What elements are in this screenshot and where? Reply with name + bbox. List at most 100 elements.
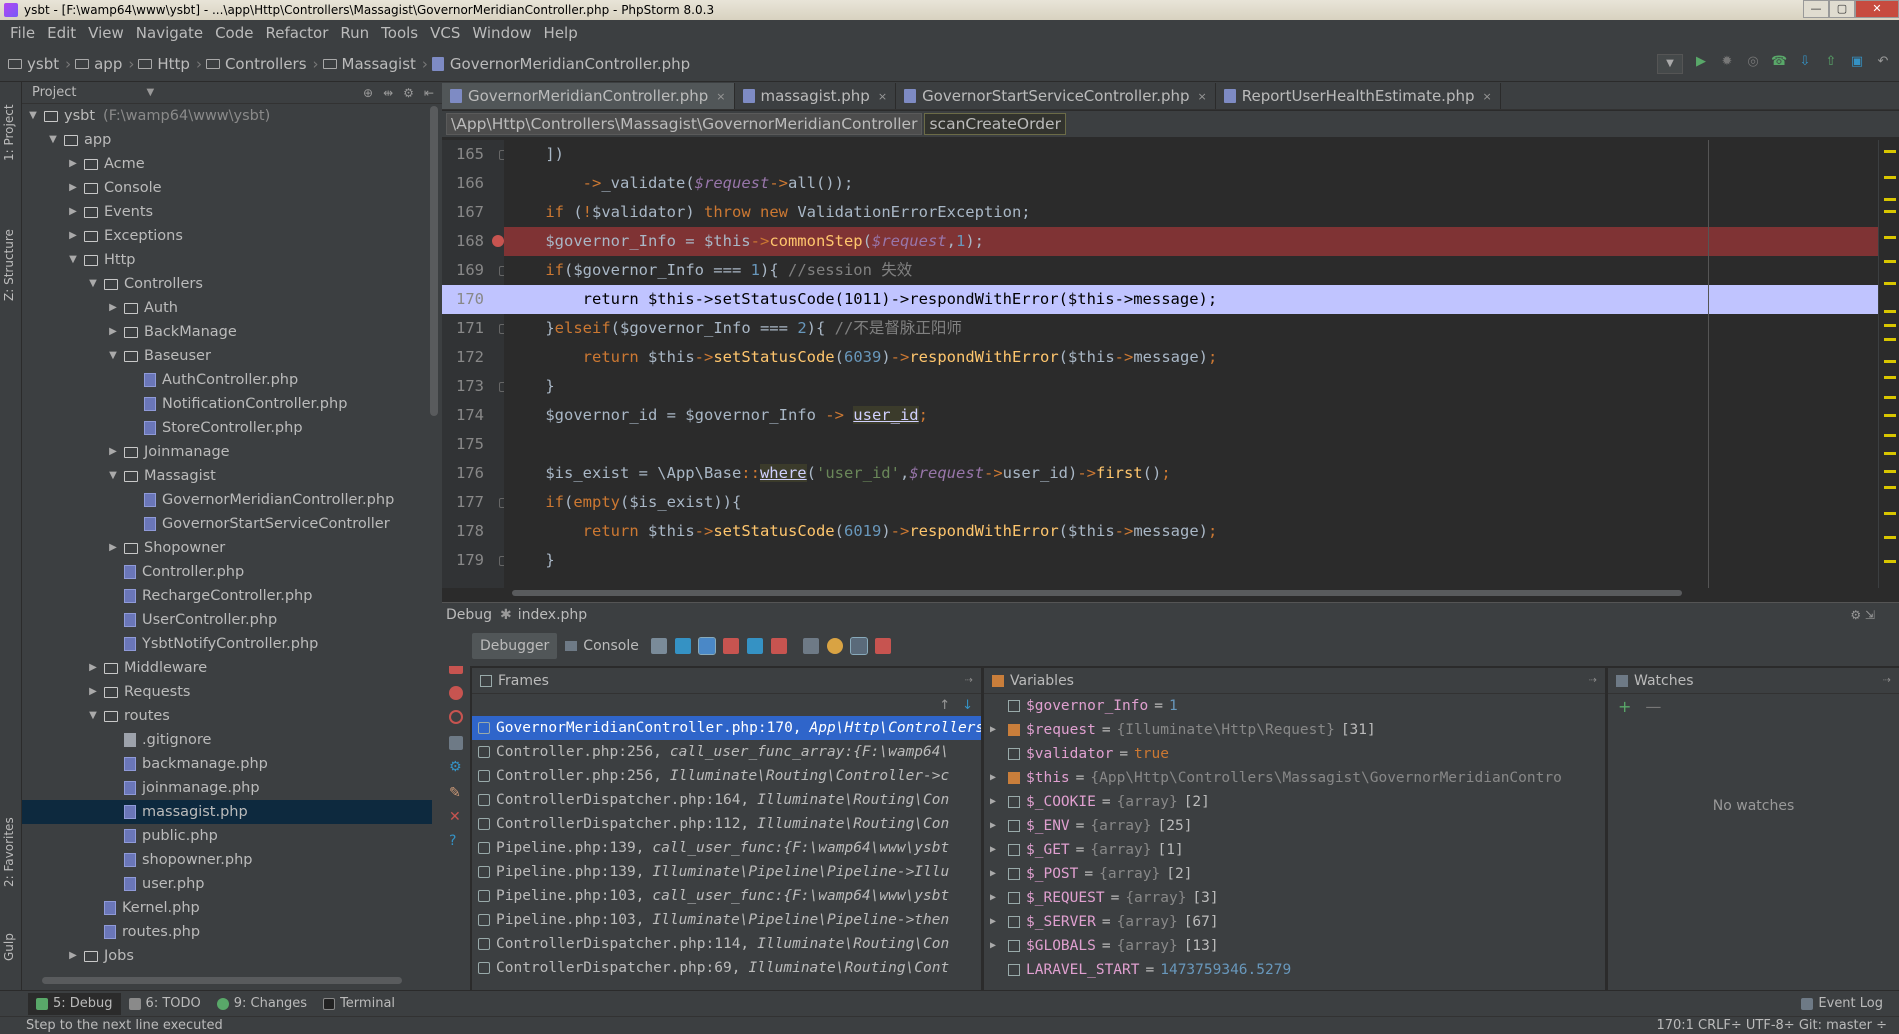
expand-arrow-icon[interactable]: ▶ (990, 718, 1004, 742)
frame-row[interactable]: Pipeline.php:139, call_user_func:{F:\wamp… (472, 836, 981, 860)
line-number[interactable]: 169 (442, 256, 509, 285)
variable-row[interactable]: ▶ $GLOBALS = {array} [13] (984, 934, 1605, 958)
menu-view[interactable]: View (82, 24, 130, 42)
nav-crumb-massagist[interactable]: Massagist › (322, 55, 428, 73)
nav-crumb-file[interactable]: GovernorMeridianController.php (431, 55, 690, 73)
tree-item[interactable]: RechargeController.php (22, 584, 432, 608)
pin-icon[interactable]: ⇢ (1883, 675, 1891, 686)
code-line[interactable]: $is_exist = \App\Base::where('user_id',$… (504, 459, 1878, 488)
project-hscrollbar[interactable] (42, 977, 402, 984)
tree-item[interactable]: ▶ Acme (22, 152, 432, 176)
editor-tab[interactable]: ReportUserHealthEstimate.php × (1216, 83, 1501, 109)
settings-icon[interactable]: ⚙ (449, 760, 463, 774)
collapsed-arrow-icon[interactable]: ▶ (106, 296, 120, 320)
tree-item[interactable]: massagist.php (22, 800, 432, 824)
error-stripe[interactable] (1878, 140, 1899, 588)
collapsed-arrow-icon[interactable]: ▶ (106, 440, 120, 464)
warning-mark[interactable] (1884, 396, 1896, 399)
nav-crumb-ysbt[interactable]: ysbt › (8, 55, 71, 73)
menu-file[interactable]: File (4, 24, 41, 42)
code-line[interactable]: if($governor_Info === 1){ //session 失效 (504, 256, 1878, 285)
mute-breakpoints-icon[interactable] (449, 710, 463, 724)
warning-mark[interactable] (1884, 324, 1896, 327)
pin-icon[interactable]: ⇢ (1589, 675, 1597, 686)
warning-mark[interactable] (1884, 176, 1896, 179)
debug-config-tab[interactable]: index.php (518, 607, 587, 623)
tree-item[interactable]: ▼ Controllers (22, 272, 432, 296)
tree-item[interactable]: ▶ Events (22, 200, 432, 224)
frame-row[interactable]: ControllerDispatcher.php:164, Illuminate\… (472, 788, 981, 812)
tree-item[interactable]: backmanage.php (22, 752, 432, 776)
tree-item[interactable]: NotificationController.php (22, 392, 432, 416)
code-line[interactable] (504, 430, 1878, 459)
tool-terminal[interactable]: Terminal (315, 993, 403, 1015)
chevron-down-icon[interactable]: ▼ (146, 87, 154, 98)
editor-tab[interactable]: GovernorMeridianController.php × (442, 83, 735, 109)
warning-mark[interactable] (1884, 310, 1896, 313)
collapsed-arrow-icon[interactable]: ▶ (66, 200, 80, 224)
vcs-update-icon[interactable]: ⇩ (1797, 54, 1813, 70)
expanded-arrow-icon[interactable]: ▼ (46, 128, 60, 152)
tree-item[interactable]: ▶ BackManage (22, 320, 432, 344)
warning-mark[interactable] (1884, 414, 1896, 417)
line-number[interactable]: 174 (442, 401, 504, 430)
frame-row[interactable]: Controller.php:256, Illuminate\Routing\Co… (472, 764, 981, 788)
editor-tab[interactable]: massagist.php × (735, 83, 897, 109)
breadcrumb-method[interactable]: scanCreateOrder (924, 113, 1066, 135)
code-line[interactable]: } (504, 546, 1878, 575)
code-line[interactable]: return $this->setStatusCode(6039)->respo… (504, 343, 1878, 372)
tab-debugger[interactable]: Debugger (472, 633, 558, 659)
pin-icon[interactable]: ✎ (449, 786, 463, 800)
expanded-arrow-icon[interactable]: ▼ (86, 704, 100, 728)
tree-item[interactable]: ▶ Joinmanage (22, 440, 432, 464)
project-scrollbar[interactable] (430, 106, 438, 416)
force-step-into-icon[interactable] (722, 638, 739, 654)
vcs-history-icon[interactable]: ▣ (1849, 54, 1865, 70)
pin-icon[interactable]: ⇢ (965, 675, 973, 686)
code-line[interactable]: ]) (504, 140, 1878, 169)
warning-mark[interactable] (1884, 470, 1896, 473)
collapsed-arrow-icon[interactable]: ▶ (66, 176, 80, 200)
show-execution-point-icon[interactable] (650, 638, 667, 654)
arrow-down-icon[interactable]: ↓ (962, 698, 973, 713)
expanded-arrow-icon[interactable]: ▼ (26, 104, 40, 128)
close-tab-icon[interactable]: × (878, 90, 887, 103)
editor-hscrollbar[interactable] (504, 588, 1899, 598)
tree-item[interactable]: ▼ Baseuser (22, 344, 432, 368)
collapsed-arrow-icon[interactable]: ▶ (66, 152, 80, 176)
tree-item[interactable]: ▼ Http (22, 248, 432, 272)
project-tool-tab[interactable]: 1: Project (2, 88, 20, 178)
code-line[interactable]: } (504, 372, 1878, 401)
frame-row[interactable]: ControllerDispatcher.php:112, Illuminate\… (472, 812, 981, 836)
frame-row[interactable]: Pipeline.php:103, Illuminate\Pipeline\Pip… (472, 908, 981, 932)
run-to-cursor-icon[interactable] (770, 638, 787, 654)
nav-crumb-controllers[interactable]: Controllers › (205, 55, 319, 73)
step-over-icon[interactable] (674, 638, 691, 654)
tree-item[interactable]: YsbtNotifyController.php (22, 632, 432, 656)
tree-item[interactable]: public.php (22, 824, 432, 848)
close-tab-icon[interactable]: × (1483, 90, 1492, 103)
editor-tab[interactable]: GovernorStartServiceController.php × (896, 83, 1216, 109)
evaluate-icon[interactable] (802, 638, 819, 654)
menu-navigate[interactable]: Navigate (130, 24, 209, 42)
warning-mark[interactable] (1884, 486, 1896, 489)
code-line[interactable]: $governor_Info = $this->commonStep($requ… (504, 227, 1878, 256)
line-number[interactable]: 170 (442, 285, 504, 314)
variable-row[interactable]: ▶ $_POST = {array} [2] (984, 862, 1605, 886)
arrow-up-icon[interactable]: ↑ (939, 698, 950, 713)
collapsed-arrow-icon[interactable]: ▶ (66, 944, 80, 964)
variable-row[interactable]: ▶ $_ENV = {array} [25] (984, 814, 1605, 838)
tree-item[interactable]: shopowner.php (22, 848, 432, 872)
close-tab-icon[interactable]: × (1198, 90, 1207, 103)
tree-item[interactable]: Controller.php (22, 560, 432, 584)
variable-row[interactable]: ▶ $request = {Illuminate\Http\Request} [31] (984, 718, 1605, 742)
code-editor[interactable]: ]) ->_validate($request->all()); if (!$v… (504, 140, 1878, 588)
menu-run[interactable]: Run (334, 24, 375, 42)
tool-todo[interactable]: 6: TODO (121, 993, 209, 1015)
frame-row[interactable]: Controller.php:256, call_user_func_array:… (472, 740, 981, 764)
nav-crumb-http[interactable]: Http › (138, 55, 202, 73)
collapsed-arrow-icon[interactable]: ▶ (106, 536, 120, 560)
gear-icon[interactable]: ⚙ ⇲ (1850, 608, 1875, 622)
hide-icon[interactable]: ⇤ (424, 86, 434, 100)
variable-row[interactable]: LARAVEL_START = 1473759346.5279 (984, 958, 1605, 982)
